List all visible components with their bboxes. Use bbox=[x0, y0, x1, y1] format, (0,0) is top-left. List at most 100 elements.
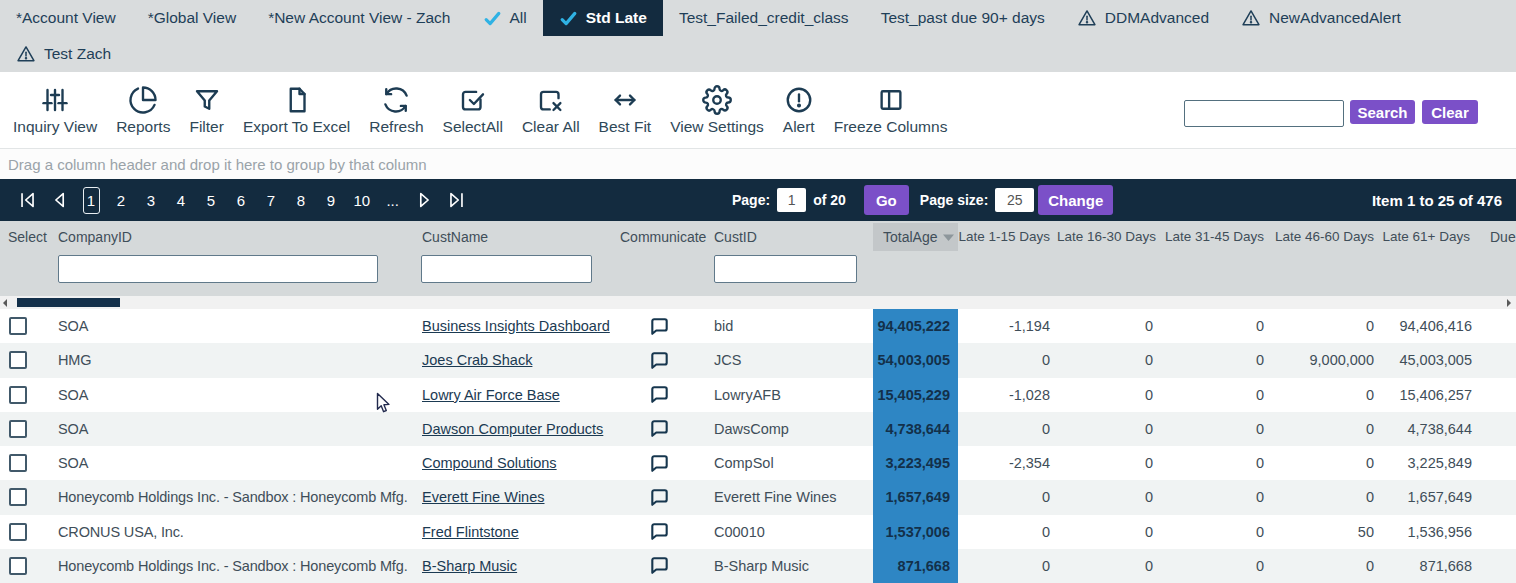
column-header-select[interactable]: Select bbox=[8, 221, 47, 253]
column-header-communicate[interactable]: Communicate bbox=[620, 221, 706, 253]
column-header-late-16-30[interactable]: Late 16-30 Days bbox=[1057, 221, 1156, 253]
change-button[interactable]: Change bbox=[1038, 185, 1113, 215]
totalage-cell: 1,657,649 bbox=[873, 480, 958, 514]
group-by-bar[interactable]: Drag a column header and drop it here to… bbox=[0, 148, 1516, 179]
tab-all[interactable]: All bbox=[467, 0, 543, 36]
page-number-2[interactable]: 2 bbox=[113, 187, 130, 214]
page-number-5[interactable]: 5 bbox=[203, 187, 220, 214]
tab-new-account-view-zach[interactable]: *New Account View - Zach bbox=[252, 0, 466, 36]
refresh-button[interactable]: Refresh bbox=[369, 85, 423, 136]
tab-std-late[interactable]: Std Late bbox=[543, 0, 663, 36]
toolbar: Inquiry View Reports Filter Export To Ex… bbox=[0, 72, 1516, 148]
search-input[interactable] bbox=[1184, 100, 1344, 127]
late-31-45-cell: 0 bbox=[1161, 455, 1272, 471]
best-fit-button[interactable]: Best Fit bbox=[599, 85, 652, 136]
page-number-10[interactable]: 10 bbox=[353, 187, 372, 214]
page-number-1[interactable]: 1 bbox=[83, 187, 100, 214]
table-row[interactable]: SOA Dawson Computer Products DawsComp 4,… bbox=[0, 412, 1516, 446]
filter-button[interactable]: Filter bbox=[189, 85, 223, 136]
custid-filter-input[interactable] bbox=[714, 255, 857, 283]
row-checkbox[interactable] bbox=[9, 488, 27, 506]
communicate-icon[interactable] bbox=[648, 554, 671, 577]
select-all-button[interactable]: SelectAll bbox=[443, 85, 503, 136]
custname-link[interactable]: B-Sharp Music bbox=[422, 558, 517, 574]
tab-test-past-due-90-days[interactable]: Test_past due 90+ days bbox=[865, 0, 1061, 36]
clear-all-button[interactable]: Clear All bbox=[522, 85, 580, 136]
column-header-companyid[interactable]: CompanyID bbox=[58, 221, 132, 253]
page-number-8[interactable]: 8 bbox=[293, 187, 310, 214]
communicate-icon[interactable] bbox=[648, 486, 671, 509]
communicate-icon[interactable] bbox=[648, 315, 671, 338]
export-to-excel-button[interactable]: Export To Excel bbox=[243, 85, 350, 136]
tab-test-failed-credit-class[interactable]: Test_Failed_credit_class bbox=[663, 0, 865, 36]
communicate-icon[interactable] bbox=[648, 383, 671, 406]
view-settings-button[interactable]: View Settings bbox=[670, 85, 764, 136]
next-page-button[interactable] bbox=[411, 187, 437, 213]
tab-test-zach[interactable]: Test Zach bbox=[0, 36, 127, 72]
row-checkbox[interactable] bbox=[9, 557, 27, 575]
page-number-7[interactable]: 7 bbox=[263, 187, 280, 214]
row-checkbox[interactable] bbox=[9, 523, 27, 541]
horizontal-scrollbar[interactable] bbox=[0, 296, 1516, 309]
page-number-6[interactable]: 6 bbox=[233, 187, 250, 214]
alert-button[interactable]: Alert bbox=[783, 85, 815, 136]
companyid-filter-input[interactable] bbox=[58, 255, 378, 283]
freeze-columns-button[interactable]: Freeze Columns bbox=[834, 85, 948, 136]
custname-link[interactable]: Compound Solutions bbox=[422, 455, 557, 471]
column-header-late-31-45[interactable]: Late 31-45 Days bbox=[1165, 221, 1264, 253]
communicate-icon[interactable] bbox=[648, 349, 671, 372]
table-row[interactable]: SOA Business Insights Dashboard bid 94,4… bbox=[0, 309, 1516, 343]
row-checkbox[interactable] bbox=[9, 351, 27, 369]
scroll-left-icon[interactable] bbox=[3, 299, 7, 307]
column-header-late-61-plus[interactable]: Late 61+ Days bbox=[1383, 221, 1470, 253]
row-checkbox[interactable] bbox=[9, 420, 27, 438]
late-61-plus-cell: 1,536,956 bbox=[1382, 524, 1480, 540]
column-header-late-1-15[interactable]: Late 1-15 Days bbox=[958, 221, 1050, 253]
communicate-icon[interactable] bbox=[648, 417, 671, 440]
column-header-custname[interactable]: CustName bbox=[422, 221, 488, 253]
inquiry-view-button[interactable]: Inquiry View bbox=[13, 85, 97, 136]
table-row[interactable]: CRONUS USA, Inc. Fred Flintstone C00010 … bbox=[0, 515, 1516, 549]
table-row[interactable]: SOA Lowry Air Force Base LowryAFB 15,405… bbox=[0, 378, 1516, 412]
tab-global-view[interactable]: *Global View bbox=[132, 0, 252, 36]
reports-button[interactable]: Reports bbox=[116, 85, 170, 136]
column-header-late-46-60[interactable]: Late 46-60 Days bbox=[1275, 221, 1374, 253]
scroll-right-icon[interactable] bbox=[1507, 299, 1511, 307]
page-ellipsis[interactable]: ... bbox=[384, 187, 401, 214]
custid-cell: C00010 bbox=[706, 524, 873, 540]
row-checkbox[interactable] bbox=[9, 317, 27, 335]
custname-link[interactable]: Everett Fine Wines bbox=[422, 489, 545, 505]
column-header-due[interactable]: Due bbox=[1490, 221, 1516, 253]
page-number-3[interactable]: 3 bbox=[143, 187, 160, 214]
page-number-9[interactable]: 9 bbox=[323, 187, 340, 214]
page-input[interactable] bbox=[777, 188, 806, 212]
communicate-icon[interactable] bbox=[648, 520, 671, 543]
communicate-icon[interactable] bbox=[648, 452, 671, 475]
tab-newadvancedalert[interactable]: NewAdvancedAlert bbox=[1225, 0, 1417, 36]
custname-link[interactable]: Business Insights Dashboard bbox=[422, 318, 610, 334]
tab-account-view[interactable]: *Account View bbox=[0, 0, 132, 36]
table-row[interactable]: HMG Joes Crab Shack JCS 54,003,005 0 0 0… bbox=[0, 343, 1516, 377]
prev-page-button[interactable] bbox=[47, 187, 73, 213]
custname-link[interactable]: Dawson Computer Products bbox=[422, 421, 603, 437]
custname-link[interactable]: Lowry Air Force Base bbox=[422, 387, 560, 403]
column-header-custid[interactable]: CustID bbox=[714, 221, 757, 253]
last-page-button[interactable] bbox=[443, 187, 469, 213]
scrollbar-thumb[interactable] bbox=[17, 298, 120, 307]
first-page-button[interactable] bbox=[15, 187, 41, 213]
go-button[interactable]: Go bbox=[864, 185, 909, 215]
clear-button[interactable]: Clear bbox=[1422, 100, 1478, 124]
row-checkbox[interactable] bbox=[9, 454, 27, 472]
custname-link[interactable]: Fred Flintstone bbox=[422, 524, 519, 540]
table-row[interactable]: Honeycomb Holdings Inc. - Sandbox : Hone… bbox=[0, 549, 1516, 583]
page-size-input[interactable] bbox=[995, 188, 1034, 212]
search-button[interactable]: Search bbox=[1350, 100, 1415, 124]
table-row[interactable]: SOA Compound Solutions CompSol 3,223,495… bbox=[0, 446, 1516, 480]
table-row[interactable]: Honeycomb Holdings Inc. - Sandbox : Hone… bbox=[0, 480, 1516, 514]
column-header-totalage[interactable]: TotalAge bbox=[873, 223, 958, 251]
page-number-4[interactable]: 4 bbox=[173, 187, 190, 214]
row-checkbox[interactable] bbox=[9, 386, 27, 404]
tab-ddmadvanced[interactable]: DDMAdvanced bbox=[1061, 0, 1225, 36]
custname-filter-input[interactable] bbox=[421, 255, 592, 283]
custname-link[interactable]: Joes Crab Shack bbox=[422, 352, 532, 368]
